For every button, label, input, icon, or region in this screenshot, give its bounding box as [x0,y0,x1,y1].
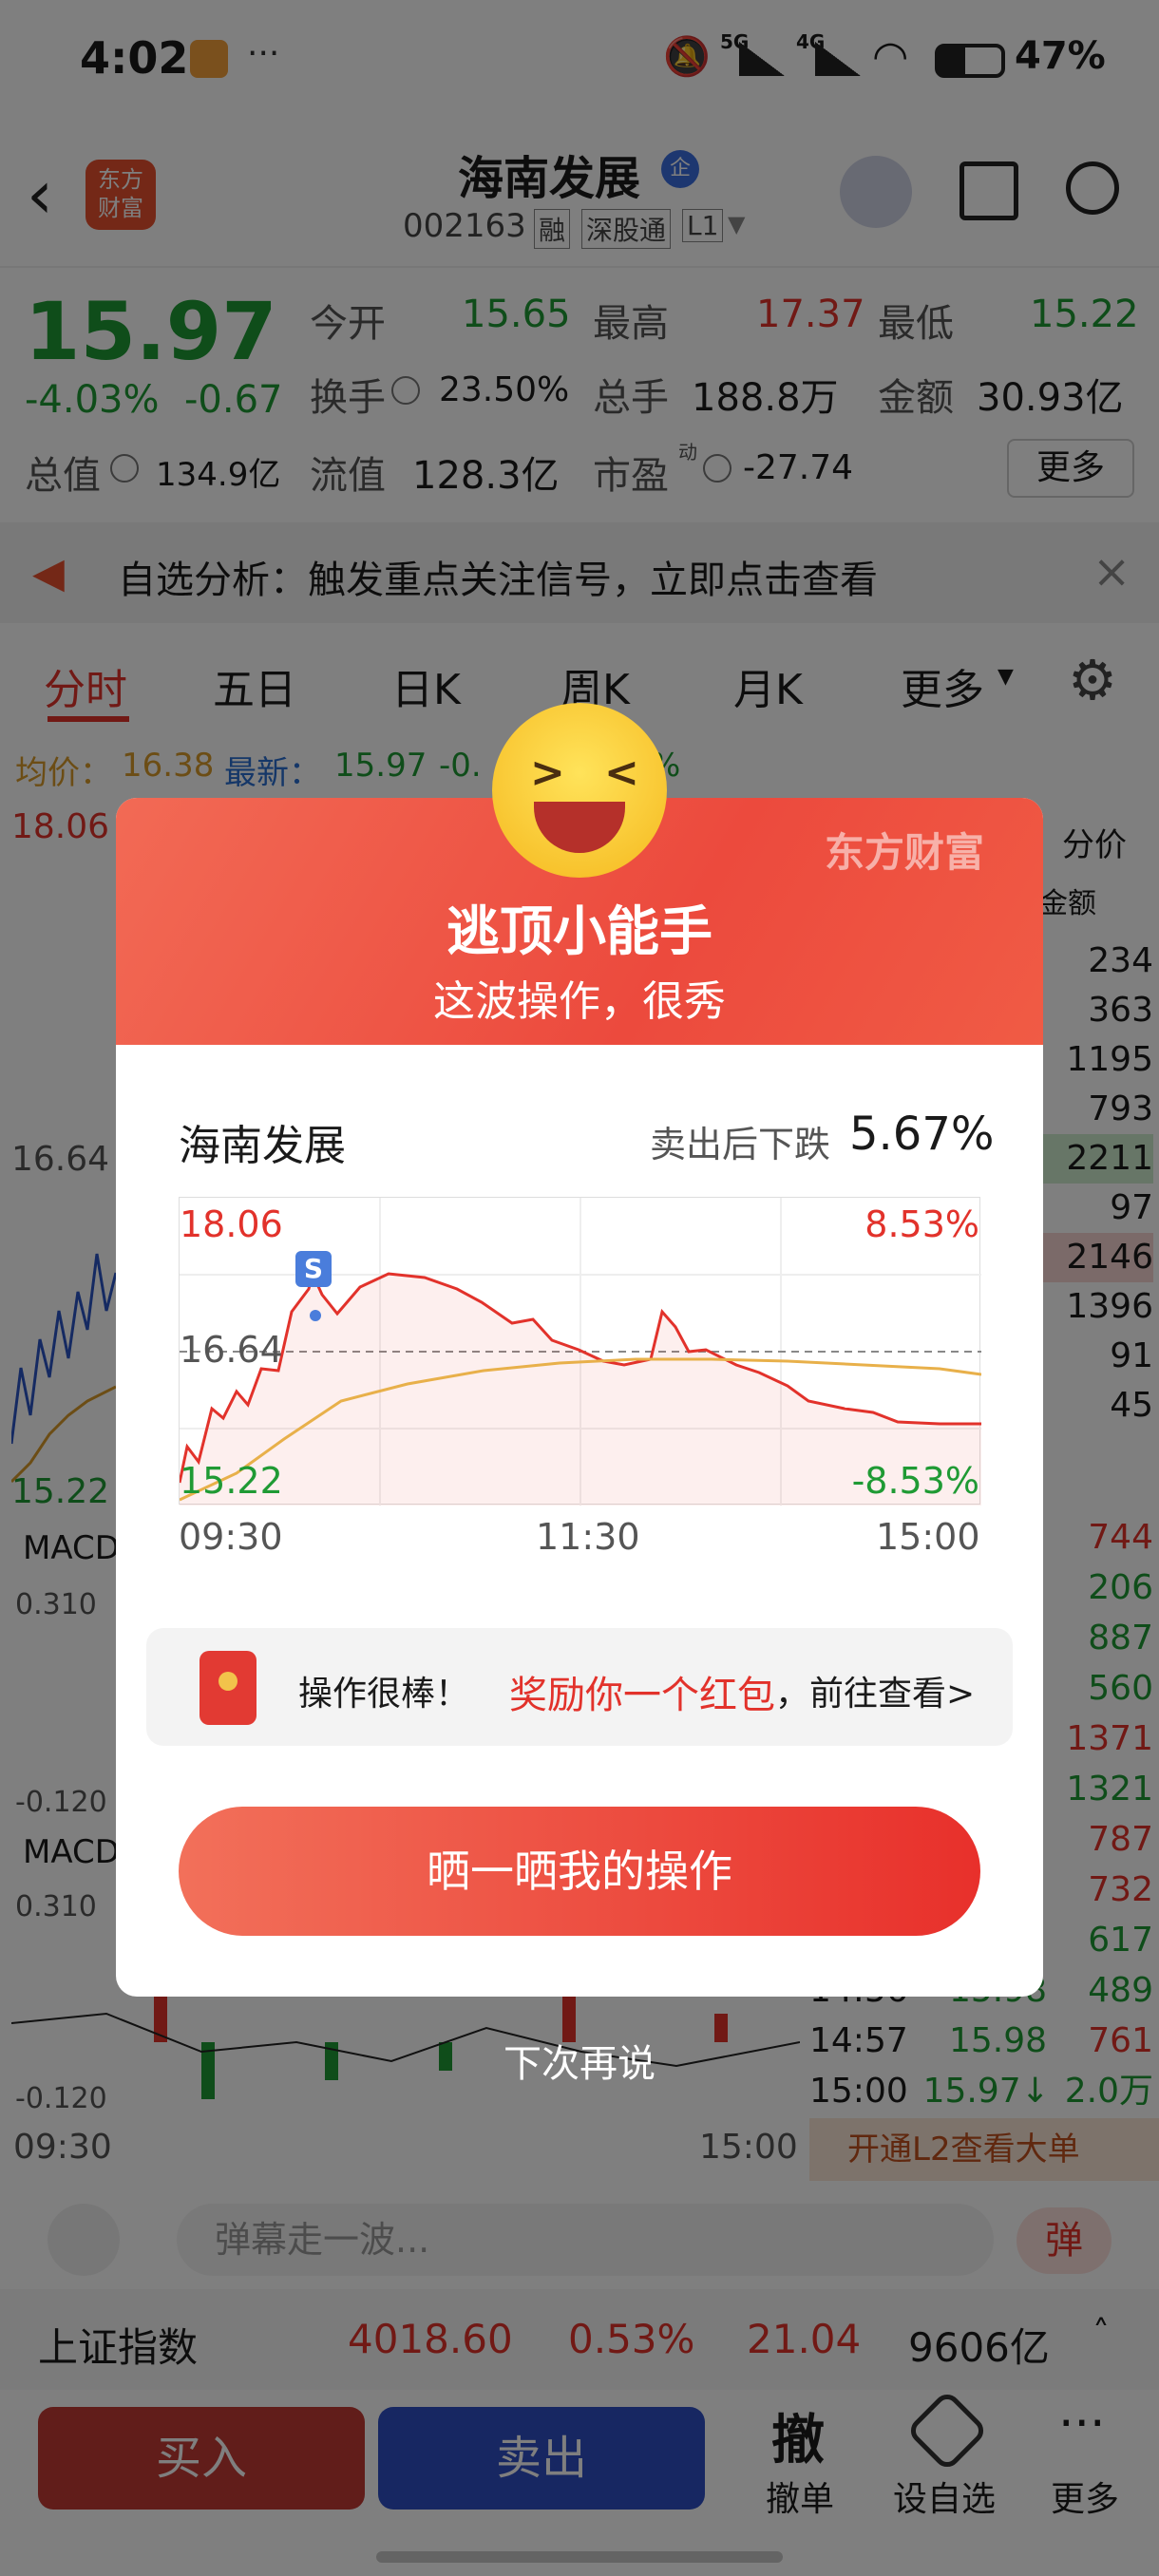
dismiss-link[interactable]: 下次再说 [0,2033,1159,2088]
sell-marker: S [295,1251,332,1287]
reward-prefix: 操作很棒！ [298,1675,470,1714]
mini-mid-price: 16.64 [180,1329,283,1371]
eye-right: < [604,748,639,797]
modal-subtitle: 这波操作，很秀 [433,977,726,1026]
reward-highlight: 奖励你一个红包 [509,1674,775,1717]
red-envelope-icon [200,1651,256,1725]
mini-time-mid: 11:30 [536,1516,640,1558]
mouth [534,802,625,853]
achievement-modal: 东方财富 逃顶小能手 这波操作，很秀 海南发展 卖出后下跌 5.67% 18.0… [116,798,1043,1997]
drop-label: 卖出后下跌 [650,1124,831,1165]
modal-stock-name: 海南发展 [179,1122,346,1170]
mini-time-end: 15:00 [876,1516,980,1558]
mini-top-price: 18.06 [180,1203,283,1245]
mini-bottom-price: 15.22 [180,1460,283,1502]
mini-chart: 18.06 8.53% 16.64 15.22 -8.53% S [179,1197,981,1506]
eye-left: > [530,748,565,797]
brand-watermark: 东方财富 [825,829,985,876]
share-operation-button[interactable]: 晒一晒我的操作 [179,1807,980,1936]
drop-value: 5.67% [849,1108,995,1161]
reward-banner[interactable]: 操作很棒！ 奖励你一个红包 ，前往查看> [146,1628,1013,1746]
reward-suffix: ，前往查看> [775,1675,976,1714]
mini-bottom-pct: -8.53% [851,1460,979,1502]
laughing-face-icon: > < [492,703,667,878]
mini-time-start: 09:30 [179,1516,283,1558]
modal-title: 逃顶小能手 [446,901,712,963]
mini-top-pct: 8.53% [864,1203,979,1245]
